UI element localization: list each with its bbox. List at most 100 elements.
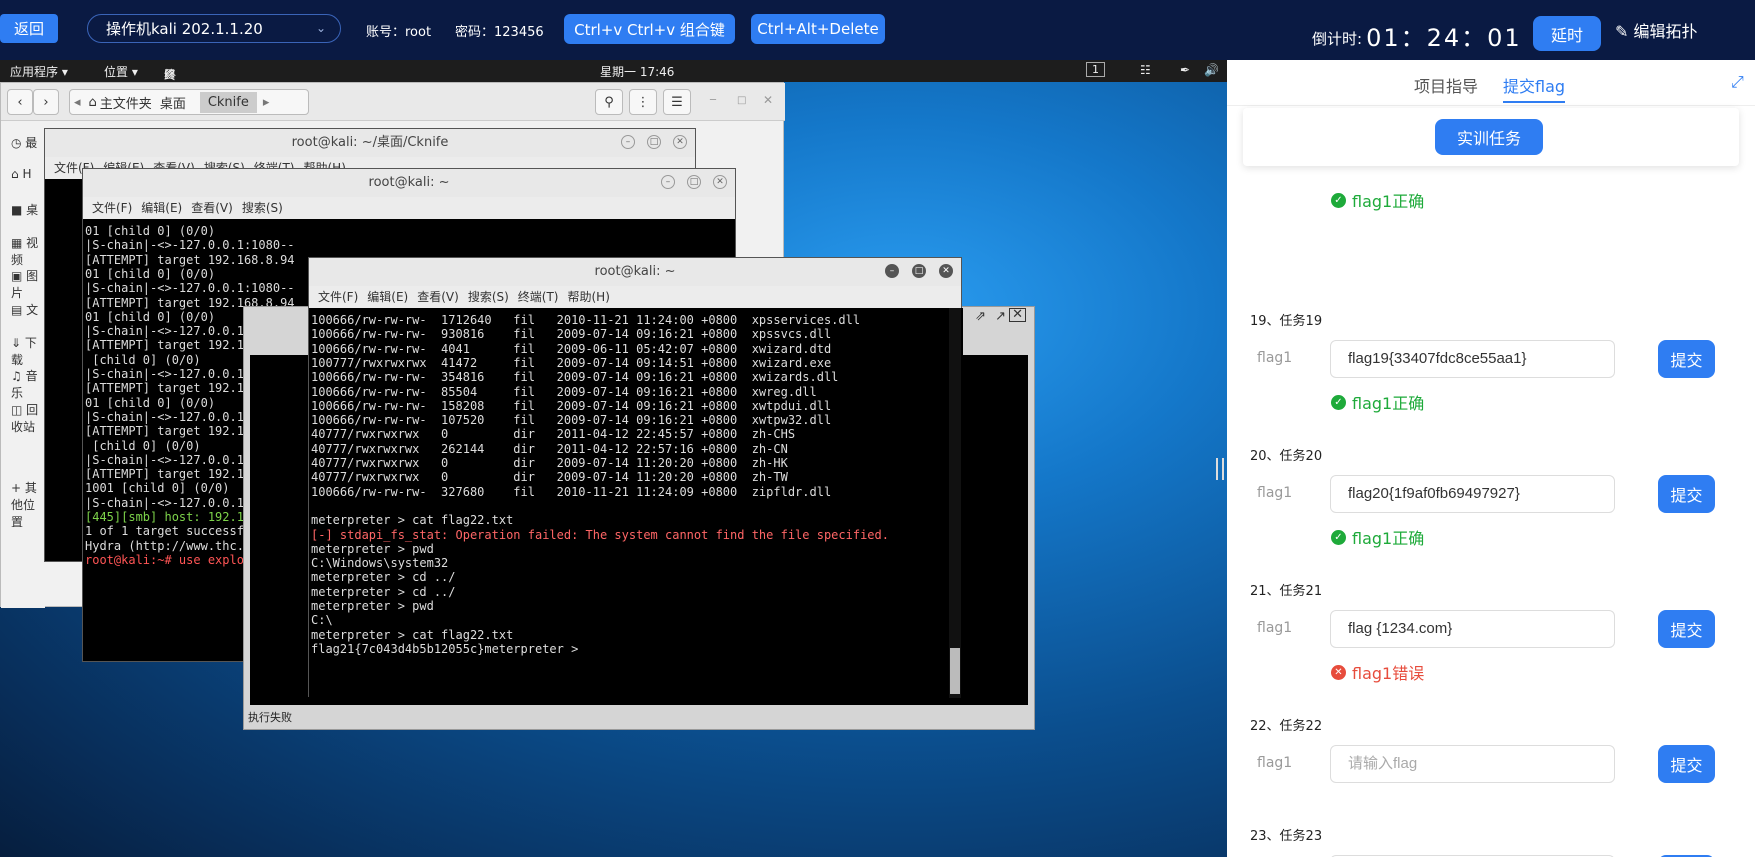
close-icon[interactable]: ✕ [763,93,773,107]
ctrl-alt-delete-button[interactable]: Ctrl+Alt+Delete [751,14,885,44]
sidebar-item-desktop[interactable]: ■ 桌 [11,201,38,218]
task-title: 20、任务20 [1250,449,1323,464]
terminal-line: 100666/rw-rw-rw- 327680 fil 2010-11-21 1… [311,484,832,499]
minimize-icon[interactable]: ─ [710,95,716,106]
view-list-icon[interactable]: ⋮ [629,89,657,115]
maximize-icon[interactable]: □ [912,264,926,278]
crumb-home[interactable]: 主文件夹 [100,93,152,112]
remote-desktop[interactable]: 应用程序 ▾ 位置 ▾ ▩ 终端 ▾ 星期一 17:46 1 ☷ ✒ 🔊 ‹ ›… [0,60,1227,857]
edit-topology-button[interactable]: ✎ 编辑拓扑 [1615,18,1698,42]
terminal-line: flag21{7c043d4b5b12055c}meterpreter > [311,641,586,656]
applications-menu[interactable]: 应用程序 ▾ [10,63,68,80]
sidebar-item-trash[interactable]: ◫ 回收站 [11,401,45,435]
menu-icon[interactable]: ☰ [663,89,691,115]
workspace-indicator[interactable]: 1 [1086,62,1105,77]
menu-edit[interactable]: 编辑(E) [367,290,408,304]
password-label: 密码：123456 [455,25,544,40]
flag-input[interactable]: flag19{33407fdc8ce55aa1} [1330,340,1615,378]
menu-search[interactable]: 搜索(S) [468,290,509,304]
maximize-icon[interactable]: □ [737,95,746,106]
vm-select[interactable]: 操作机kali 202.1.1.20 ⌄ [87,14,341,43]
forward-nav-button[interactable]: › [33,89,59,115]
combo-key-button[interactable]: Ctrl+v Ctrl+v 组合键 [564,14,735,44]
flag-label: flag1 [1257,755,1293,771]
flag-panel: 项目指导 提交flag ⤢ ✓ flag1正确 实训任务 19、任务19 flag1… [1227,60,1755,857]
task-title: 23、任务23 [1250,829,1323,844]
terminal-menubar: 文件(F) 编辑(E) 查看(V) 搜索(S) 终端(T) 帮助(H) [309,286,961,308]
flag-label: flag1 [1257,620,1293,636]
menu-view[interactable]: 查看(V) [417,290,459,304]
back-nav-button[interactable]: ‹ [7,89,33,115]
pen-icon[interactable]: ✒ [1180,63,1190,77]
menu-file[interactable]: 文件(F) [92,201,132,215]
flag-input[interactable]: flag {1234.com} [1330,610,1615,648]
file-manager-header: ‹ › ◂ ⌂ 主文件夹 桌面 Cknife ▸ ⚲ ⋮ ☰ ─ □ ✕ [1,83,785,121]
flag-label: flag1 [1257,485,1293,501]
restore-icon[interactable]: ⇗ [975,309,986,324]
close-icon[interactable]: ✕ [713,175,727,189]
close-icon[interactable]: ✕ [939,264,953,278]
vm-select-value: 操作机kali 202.1.1.20 [106,20,263,38]
sidebar-item-label: 其他位置 [11,481,37,529]
panel-resize-handle[interactable] [1216,458,1224,480]
terminal-title: root@kali: ~ [309,258,961,286]
submit-button[interactable]: 提交 [1658,610,1715,648]
sidebar-item-pictures[interactable]: ▣ 图片 [11,267,45,301]
home-icon: ⌂ [88,94,97,110]
menu-file[interactable]: 文件(F) [318,290,358,304]
network-icon[interactable]: ☷ [1140,63,1151,77]
crumb-cknife[interactable]: Cknife [199,91,257,113]
sidebar-item-label: 视频 [11,236,39,267]
close-icon[interactable]: ✕ [673,135,687,149]
minimize-icon[interactable]: – [661,175,675,189]
task-title: 22、任务22 [1250,719,1323,734]
sidebar-item-recent[interactable]: ◷ 最 [11,134,37,151]
volume-icon[interactable]: 🔊 [1204,63,1219,77]
minimize-icon[interactable]: – [885,264,899,278]
minimize-icon[interactable]: – [621,135,635,149]
maximize-icon[interactable]: □ [647,135,661,149]
sidebar-item-music[interactable]: ♫ 音乐 [11,367,45,401]
terminal-menubar: 文件(F) 编辑(E) 查看(V) 搜索(S) [83,197,735,219]
maximize-icon[interactable]: ↗ [995,309,1006,324]
back-button[interactable]: 返回 [0,14,58,43]
menu-terminal[interactable]: 终端(T) [518,290,559,304]
task-title: 19、任务19 [1250,314,1323,329]
scrollbar[interactable] [949,308,961,698]
maximize-icon[interactable]: □ [687,175,701,189]
gnome-top-bar: 应用程序 ▾ 位置 ▾ ▩ 终端 ▾ 星期一 17:46 1 ☷ ✒ 🔊 [0,60,1227,114]
countdown: 倒计时: 01：24：01 [1312,16,1522,52]
sidebar-item-videos[interactable]: ▦ 视频 [11,234,45,268]
sidebar-item-other-locations[interactable]: + 其他位置 [11,479,45,530]
submit-button[interactable]: 提交 [1658,475,1715,513]
error-circle-icon: ✕ [1331,664,1346,680]
flag-input[interactable]: 请输入flag [1330,745,1615,783]
terminal-window-meterpreter[interactable]: root@kali: ~ – □ ✕ 文件(F) 编辑(E) 查看(V) 搜索(S) 终… [308,257,963,698]
delay-button[interactable]: 延时 [1533,16,1601,51]
top-toolbar: 返回 操作机kali 202.1.1.20 ⌄ 账号：root 密码：12345… [0,0,1755,60]
menu-help[interactable]: 帮助(H) [568,290,610,304]
chevron-left-icon: ◂ [74,94,81,110]
submit-button[interactable]: 提交 [1658,340,1715,378]
submit-button[interactable]: 提交 [1658,745,1715,783]
clock: 星期一 17:46 [600,65,675,79]
sidebar-item-label: 音乐 [11,369,38,400]
check-circle-icon: ✓ [1331,529,1346,545]
places-menu[interactable]: 位置 ▾ [104,63,138,80]
scrollbar-thumb[interactable] [950,648,960,694]
file-manager-sidebar: ◷ 最 ⌂ H ■ 桌 ▦ 视频 ▣ 图片 ▤ 文 ⇓ 下载 ♫ 音乐 ◫ 回收… [1,121,45,608]
menu-edit[interactable]: 编辑(E) [141,201,182,215]
sidebar-item-downloads[interactable]: ⇓ 下载 [11,334,45,368]
edit-topology-label: 编辑拓扑 [1633,22,1698,41]
flag-input[interactable]: flag20{1f9af0fb69497927} [1330,475,1615,513]
account-label: 账号：root [366,25,432,40]
menu-search[interactable]: 搜索(S) [242,201,283,215]
menu-view[interactable]: 查看(V) [191,201,233,215]
close-icon[interactable]: ✕ [1009,308,1026,322]
chevron-right-icon: ▸ [262,94,270,110]
crumb-desktop[interactable]: 桌面 [160,93,186,112]
sidebar-item-documents[interactable]: ▤ 文 [11,301,38,318]
sidebar-item-home[interactable]: ⌂ H [11,167,31,181]
breadcrumb: ◂ ⌂ 主文件夹 桌面 Cknife ▸ [69,89,309,115]
search-icon[interactable]: ⚲ [595,89,623,115]
